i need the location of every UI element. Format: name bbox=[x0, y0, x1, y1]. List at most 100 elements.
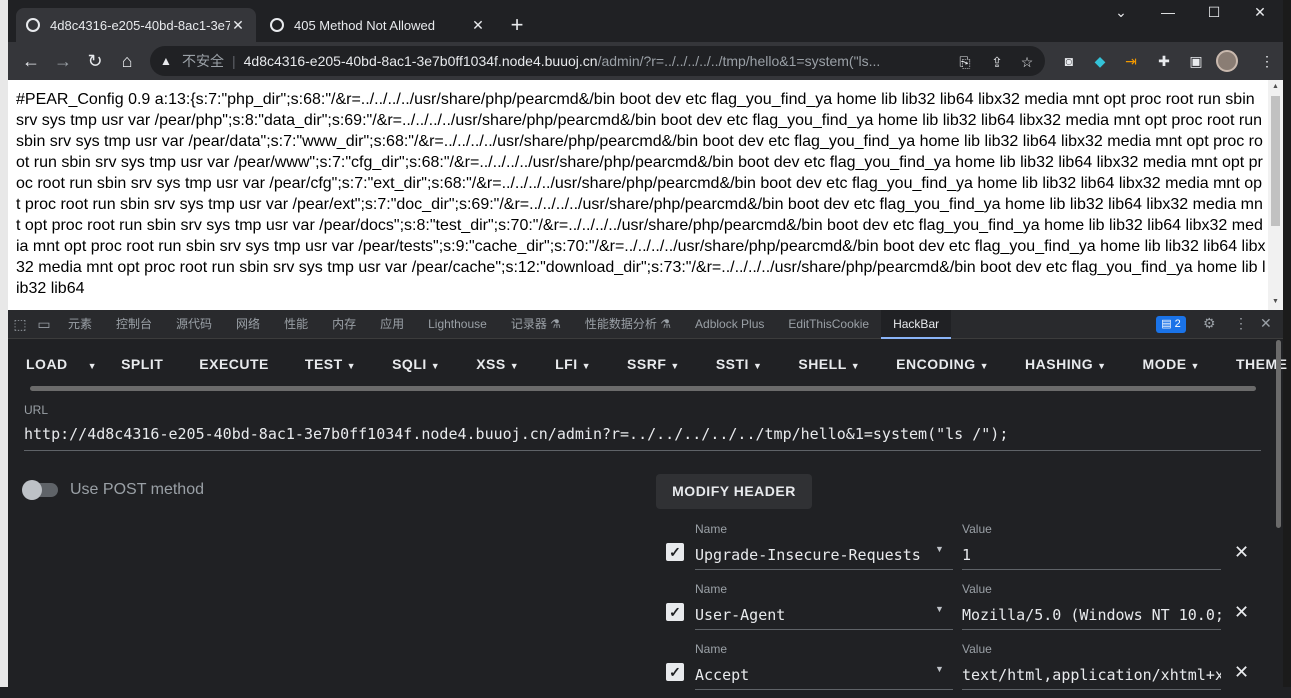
ssrf-menu[interactable]: SSRF ▼ bbox=[609, 356, 698, 372]
header-value-field[interactable]: text/html,application/xhtml+xml bbox=[962, 662, 1221, 690]
header-name-field[interactable]: Accept bbox=[695, 662, 953, 690]
extension-icon[interactable]: ◆ bbox=[1091, 52, 1109, 70]
inspect-icon[interactable]: ⬚ bbox=[8, 316, 32, 333]
header-value-field[interactable]: 1 bbox=[962, 542, 1221, 570]
devtools-panel: ⬚ ▭ 元素 控制台 源代码 网络 性能 内存 应用 Lighthouse 记录… bbox=[8, 309, 1287, 690]
scrollbar-thumb[interactable] bbox=[1271, 96, 1280, 226]
url-field[interactable]: http://4d8c4316-e205-40bd-8ac1-3e7b0ff10… bbox=[24, 425, 1261, 451]
remove-header-icon[interactable]: ✕ bbox=[1234, 662, 1249, 683]
page-scrollbar[interactable]: ▲ ▼ bbox=[1268, 80, 1283, 310]
menu-kebab-icon[interactable]: ⋮ bbox=[1258, 52, 1276, 70]
header-enabled-checkbox[interactable]: ✓ bbox=[666, 543, 684, 561]
tab-memory[interactable]: 内存 bbox=[320, 310, 368, 339]
remove-header-icon[interactable]: ✕ bbox=[1234, 542, 1249, 563]
tab-elements[interactable]: 元素 bbox=[56, 310, 104, 339]
encoding-menu[interactable]: ENCODING ▼ bbox=[878, 356, 1007, 372]
header-value-label: Value bbox=[962, 582, 992, 596]
caret-down-icon: ▼ bbox=[752, 361, 763, 371]
tab-console[interactable]: 控制台 bbox=[104, 310, 164, 339]
mode-menu[interactable]: MODE ▼ bbox=[1125, 356, 1218, 372]
lfi-menu[interactable]: LFI ▼ bbox=[537, 356, 609, 372]
tab-active[interactable]: 4d8c4316-e205-40bd-8ac1-3e7b0ff1034f.nod… bbox=[16, 8, 256, 42]
extensions-puzzle-icon[interactable]: ✚ bbox=[1155, 52, 1173, 70]
header-enabled-checkbox[interactable]: ✓ bbox=[666, 663, 684, 681]
header-row: ✓ Name Accept ▼ Value text/html,applicat… bbox=[664, 638, 1254, 698]
forward-button[interactable]: → bbox=[50, 48, 76, 74]
load-dropdown-icon[interactable]: ▼ bbox=[78, 356, 103, 372]
header-name-field[interactable]: Upgrade-Insecure-Requests bbox=[695, 542, 953, 570]
hashing-menu[interactable]: HASHING ▼ bbox=[1007, 356, 1124, 372]
maximize-button[interactable]: ☐ bbox=[1191, 4, 1237, 21]
tab-hackbar[interactable]: HackBar bbox=[881, 309, 952, 339]
hackbar-vertical-scrollbar[interactable] bbox=[1276, 340, 1281, 528]
tab-editthiscookie[interactable]: EditThisCookie bbox=[776, 310, 881, 339]
tab-network[interactable]: 网络 bbox=[224, 310, 272, 339]
scroll-up-icon[interactable]: ▲ bbox=[1271, 83, 1280, 90]
header-value-field[interactable]: Mozilla/5.0 (Windows NT 10.0; Win64; x64… bbox=[962, 602, 1221, 630]
extension-icon[interactable]: ◙ bbox=[1060, 52, 1078, 70]
new-tab-button[interactable]: + bbox=[504, 12, 530, 38]
tab-performance[interactable]: 性能 bbox=[272, 310, 320, 339]
tab-close-icon[interactable]: ✕ bbox=[230, 17, 246, 34]
tab-close-icon[interactable]: ✕ bbox=[470, 17, 486, 34]
back-button[interactable]: ← bbox=[18, 48, 44, 74]
devtools-close-icon[interactable]: ✕ bbox=[1260, 315, 1272, 332]
tab-lighthouse[interactable]: Lighthouse bbox=[416, 310, 499, 339]
test-menu[interactable]: TEST ▼ bbox=[287, 356, 374, 372]
minimize-button[interactable]: — bbox=[1145, 4, 1191, 20]
shell-menu[interactable]: SHELL ▼ bbox=[780, 356, 878, 372]
caret-down-icon: ▼ bbox=[850, 361, 861, 371]
issues-badge[interactable]: ▤ 2 bbox=[1156, 316, 1186, 333]
globe-icon bbox=[26, 18, 40, 32]
header-name-field[interactable]: User-Agent bbox=[695, 602, 953, 630]
sqli-menu[interactable]: SQLI ▼ bbox=[374, 356, 458, 372]
omnibox-separator: | bbox=[232, 53, 236, 69]
ssti-menu[interactable]: SSTI ▼ bbox=[698, 356, 781, 372]
tab-recorder[interactable]: 记录器 ⚗ bbox=[499, 310, 573, 339]
menu-label: SSRF bbox=[627, 356, 667, 372]
remove-header-icon[interactable]: ✕ bbox=[1234, 602, 1249, 623]
toggle-knob bbox=[22, 480, 42, 500]
load-button[interactable]: LOAD bbox=[8, 356, 78, 372]
tab-inactive[interactable]: 405 Method Not Allowed ✕ bbox=[260, 8, 496, 42]
caret-down-icon: ▼ bbox=[670, 361, 680, 371]
devtools-tabbar: ⬚ ▭ 元素 控制台 源代码 网络 性能 内存 应用 Lighthouse 记录… bbox=[8, 309, 1283, 339]
tab-application[interactable]: 应用 bbox=[368, 310, 416, 339]
xss-menu[interactable]: XSS ▼ bbox=[458, 356, 537, 372]
header-value-label: Value bbox=[962, 522, 992, 536]
post-method-toggle[interactable] bbox=[22, 480, 58, 500]
globe-icon bbox=[270, 18, 284, 32]
avatar[interactable] bbox=[1216, 50, 1238, 72]
dropdown-arrow-icon[interactable]: ▼ bbox=[935, 544, 944, 554]
url-path: /admin/?r=../../../../../tmp/hello&1=sys… bbox=[597, 53, 881, 69]
tab-sources[interactable]: 源代码 bbox=[164, 310, 224, 339]
bookmark-star-icon[interactable]: ☆ bbox=[1018, 53, 1036, 71]
extension-icon[interactable]: ⇥ bbox=[1122, 52, 1140, 70]
devtools-menu-icon[interactable]: ⋮ bbox=[1234, 315, 1248, 332]
header-value-label: Value bbox=[962, 642, 992, 656]
dropdown-arrow-icon[interactable]: ▼ bbox=[935, 604, 944, 614]
menu-label: SHELL bbox=[798, 356, 847, 372]
reload-button[interactable]: ↻ bbox=[82, 48, 108, 74]
execute-button[interactable]: EXECUTE bbox=[181, 356, 287, 372]
home-button[interactable]: ⌂ bbox=[114, 48, 140, 74]
hackbar-horizontal-scrollbar[interactable] bbox=[30, 386, 1256, 391]
close-window-button[interactable]: ✕ bbox=[1237, 4, 1283, 21]
device-toggle-icon[interactable]: ▭ bbox=[32, 316, 56, 333]
settings-gear-icon[interactable]: ⚙ bbox=[1203, 315, 1216, 332]
dropdown-arrow-icon[interactable]: ▼ bbox=[935, 664, 944, 674]
modify-header-button[interactable]: MODIFY HEADER bbox=[656, 474, 812, 509]
header-enabled-checkbox[interactable]: ✓ bbox=[666, 603, 684, 621]
split-button[interactable]: SPLIT bbox=[103, 356, 181, 372]
issues-icon: ▤ bbox=[1161, 318, 1175, 330]
translate-icon[interactable]: ⎘ bbox=[956, 53, 974, 71]
tab-performance-insights[interactable]: 性能数据分析 ⚗ bbox=[573, 310, 683, 339]
side-panel-icon[interactable]: ▣ bbox=[1187, 52, 1205, 70]
address-bar[interactable]: ▲ 不安全 | 4d8c4316-e205-40bd-8ac1-3e7b0ff1… bbox=[150, 46, 1045, 76]
header-row: ✓ Name Upgrade-Insecure-Requests ▼ Value… bbox=[664, 518, 1254, 578]
tab-adblock-plus[interactable]: Adblock Plus bbox=[683, 310, 776, 339]
scroll-down-icon[interactable]: ▼ bbox=[1271, 298, 1280, 305]
warning-icon: ▲ bbox=[160, 54, 172, 68]
tab-search-icon[interactable]: ⌄ bbox=[1098, 4, 1144, 21]
share-icon[interactable]: ⇪ bbox=[988, 53, 1006, 71]
